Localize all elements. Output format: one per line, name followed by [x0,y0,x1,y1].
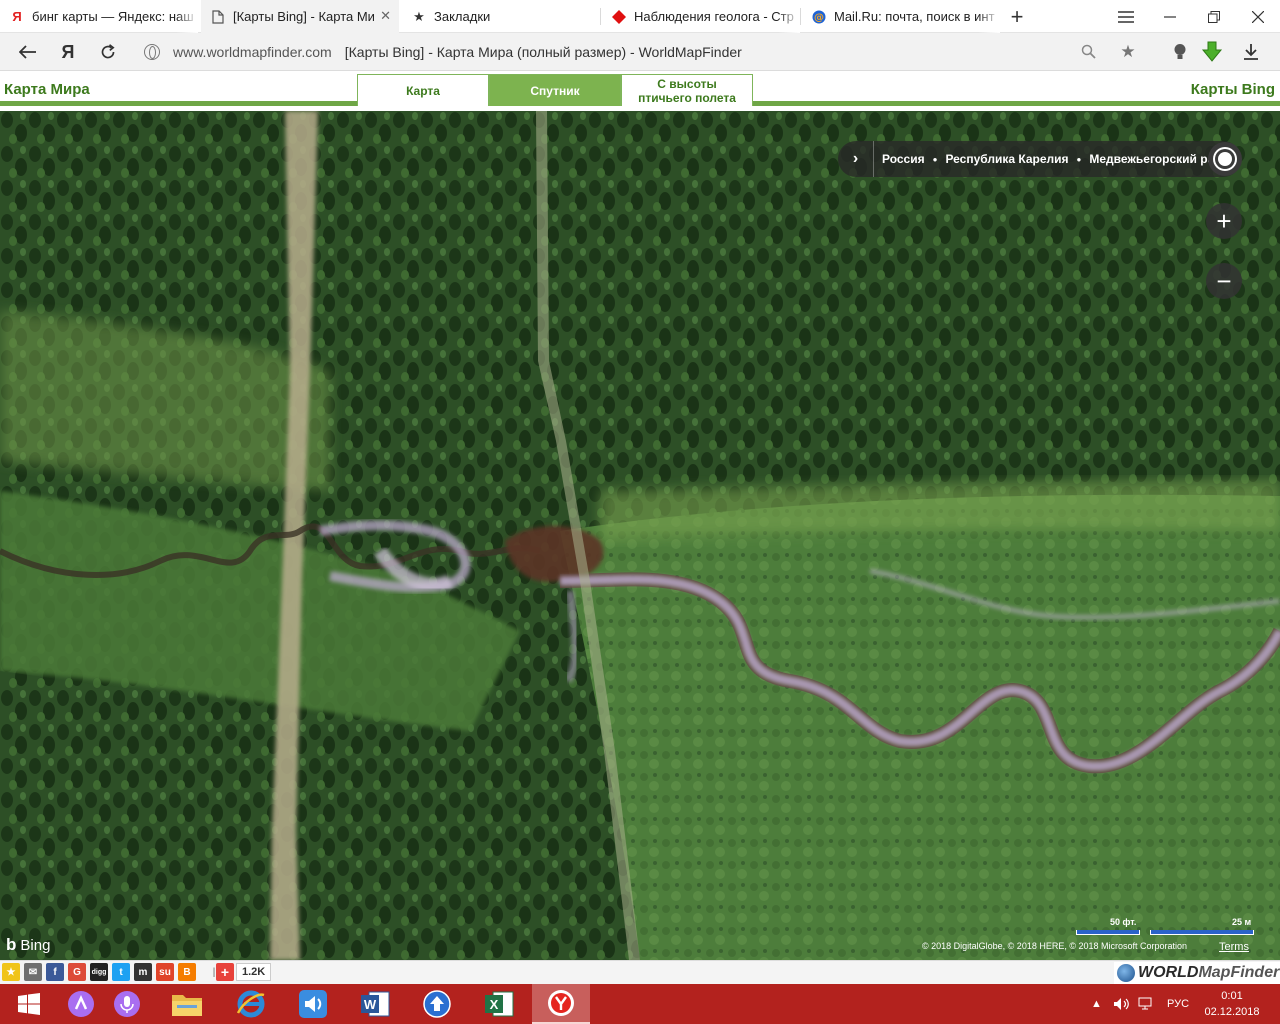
scale-label-feet: 50 фт. [1110,917,1137,927]
windows-taskbar: W X ▲ РУС 0:01 02.12.2018 [0,984,1280,1024]
site-globe-icon [144,44,160,60]
clock-time: 0:01 [1221,990,1243,1002]
yandex-home-icon[interactable]: Я [53,37,83,67]
blogger-icon[interactable]: B [178,963,196,981]
tab-title: Mail.Ru: почта, поиск в инт [834,9,995,24]
tab-title: Закладки [434,9,491,24]
mail-at-icon: @ [812,10,826,24]
volume-app-icon[interactable] [284,984,342,1024]
share-counter: 1.2K [236,963,272,981]
tab-yandex-search[interactable]: Я бинг карты — Яндекс: наш [0,0,198,33]
terms-link[interactable]: Terms [1219,941,1249,953]
location-breadcrumb: › Россия ● Республика Карелия ● Медвежье… [838,141,1241,177]
internet-explorer-icon[interactable] [222,984,280,1024]
yandex-browser-taskbar-icon[interactable] [532,984,590,1024]
tab-birdseye-view[interactable]: С высоты птичьего полета [621,74,753,106]
speaker-icon[interactable] [1113,984,1129,1024]
satellite-imagery [0,111,1280,960]
network-icon[interactable] [1137,984,1155,1024]
svg-text:W: W [364,997,377,1012]
back-arrow-icon[interactable] [13,37,43,67]
map-copyright: © 2018 DigitalGlobe, © 2018 HERE, © 2018… [922,941,1188,951]
close-window-icon[interactable] [1236,0,1280,33]
scale-label-meters: 25 м [1232,917,1252,927]
close-tab-icon[interactable]: ✕ [380,8,391,24]
zoom-in-button[interactable]: + [1206,203,1242,239]
logo-text-world: WORLD [1138,964,1199,981]
tab-satellite-view[interactable]: Спутник [489,74,621,106]
myspace-icon[interactable]: m [134,963,152,981]
bookmark-star-icon[interactable]: ★ [1113,37,1143,67]
twitter-icon[interactable]: t [112,963,130,981]
tab-title: [Карты Bing] - Карта Ми [233,9,375,24]
facebook-icon[interactable]: f [46,963,64,981]
downloader-extension-icon[interactable] [1197,37,1227,67]
site-title-world-map[interactable]: Карта Мира [4,81,90,98]
tab-title: бинг карты — Яндекс: наш [32,9,194,24]
share-toolbar: ★ ✉ f G digg t m su B | + 1.2K WORLD Map… [0,960,1280,984]
globe-icon [1117,964,1135,982]
restore-icon[interactable] [1192,0,1236,33]
browser-navigation-bar: Я www.worldmapfinder.com [Карты Bing] - … [0,33,1280,71]
email-share-icon[interactable]: ✉ [24,963,42,981]
site-header: Карта Мира Карта Спутник С высоты птичье… [0,72,1280,106]
google-icon[interactable]: G [68,963,86,981]
clock-date: 02.12.2018 [1204,1006,1260,1018]
red-diamond-icon [612,9,626,24]
menu-hamburger-icon[interactable] [1104,0,1148,33]
worldmapfinder-logo[interactable]: WORLD MapFinder [1114,962,1280,984]
browser-tab-strip: Я бинг карты — Яндекс: наш [Карты Bing] … [0,0,1280,33]
breadcrumb-region[interactable]: Республика Карелия [945,152,1068,166]
url-site: www.worldmapfinder.com [173,44,332,60]
breadcrumb-country[interactable]: Россия [882,152,925,166]
breadcrumb-separator: ● [932,154,938,164]
tab-geologist[interactable]: Наблюдения геолога - Стр [602,0,800,33]
star-icon: ★ [413,8,425,24]
scale-bar-meters [1150,930,1254,935]
upload-app-icon[interactable] [408,984,466,1024]
add-share-plus-icon[interactable]: + [216,963,234,981]
page-icon [211,9,225,24]
tab-bookmarks[interactable]: ★ Закладки [402,0,600,33]
svg-text:X: X [490,997,499,1012]
logo-text-mapfinder: MapFinder [1198,964,1280,981]
tab-bing-maps[interactable]: [Карты Bing] - Карта Ми ✕ [201,0,399,33]
locate-me-icon[interactable] [1208,142,1242,176]
url-page-title: [Карты Bing] - Карта Мира (полный размер… [344,44,742,60]
protect-lamp-icon[interactable] [1165,37,1195,67]
tray-overflow-chevron-icon[interactable]: ▲ [1091,984,1102,1024]
bing-b-icon: b [6,935,17,954]
tab-title: Наблюдения геолога - Стр [634,9,794,24]
svg-text:@: @ [814,12,824,23]
tab-map-view[interactable]: Карта [357,74,489,106]
input-language[interactable]: РУС [1167,984,1189,1024]
breadcrumb-separator: ● [1076,154,1082,164]
bing-logo-text: Bing [20,936,51,954]
scale-bar-feet [1076,930,1140,935]
downloads-icon[interactable] [1236,37,1266,67]
system-clock[interactable]: 0:01 02.12.2018 [1196,988,1268,1020]
new-tab-plus-icon[interactable]: + [995,0,1039,33]
minimize-icon[interactable] [1148,0,1192,33]
excel-icon[interactable]: X [470,984,528,1024]
bing-logo: b Bing [6,935,50,955]
yandex-icon: Я [12,9,22,24]
windows-start-icon[interactable] [0,984,58,1024]
translate-icon[interactable] [1074,37,1104,67]
stumbleupon-icon[interactable]: su [156,963,174,981]
site-title-bing-maps[interactable]: Карты Bing [1191,81,1275,98]
voice-microphone-icon[interactable] [98,984,156,1024]
satellite-map[interactable]: › Россия ● Республика Карелия ● Медвежье… [0,111,1280,960]
word-icon[interactable]: W [346,984,404,1024]
tab-mailru[interactable]: @ Mail.Ru: почта, поиск в инт [802,0,1000,33]
reload-icon[interactable] [93,37,123,67]
chevron-right-icon[interactable]: › [838,141,874,177]
favorite-star-icon[interactable]: ★ [2,963,20,981]
zoom-out-button[interactable]: − [1206,263,1242,299]
digg-icon[interactable]: digg [90,963,108,981]
address-bar[interactable]: www.worldmapfinder.com [Карты Bing] - Ка… [136,37,1148,67]
file-explorer-icon[interactable] [158,984,216,1024]
